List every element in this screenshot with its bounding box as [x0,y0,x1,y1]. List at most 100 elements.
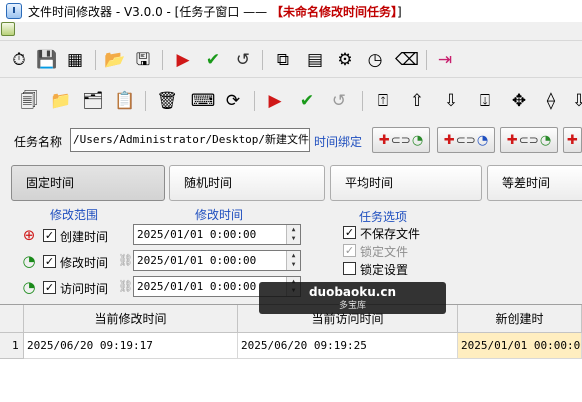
clock-settings-icon[interactable]: ⏱ [8,49,30,71]
row-index[interactable]: 1 [0,333,24,359]
task-name-input[interactable]: /Users/Administrator/Desktop/新建文件夹 [70,128,310,152]
tab-arithmetic-time[interactable]: 等差时间 [487,165,582,201]
move-bottom-icon[interactable]: ⍗ [474,90,496,112]
window-title-task: 【未命名修改时间任务】 [270,5,397,19]
open-folder-icon[interactable]: 📂 [104,49,126,71]
child-window-icon[interactable] [1,22,15,36]
time-mode-tabs: 固定时间 随机时间 平均时间 等差时间 [0,163,582,203]
lock-settings-checkbox[interactable] [343,262,356,275]
save-settings-icon[interactable]: 💾 [36,49,58,71]
lock-file-label: 锁定文件 [360,245,409,259]
table-corner [0,305,24,333]
app-clock-icon [6,3,22,19]
watermark: duobaoku.cn 多宝库 [259,282,446,314]
add-folder-icon[interactable]: 📁 [50,90,72,112]
main-toolbar: ⏱ 💾 ▦ 📂 🖫 ▶ ✔ ↺ ⧉ ▤ ⚙ ◷ ⌫ ⇥ [0,40,582,78]
toolbar-separator [262,50,263,70]
title-bar: 文件时间修改器 - V3.0.0 - [任务子窗口 —— 【未命名修改时间任务】… [0,0,582,22]
no-save-file-checkbox[interactable]: ✓ [343,226,356,239]
file-toolbar: 🗐 📁 🗂 📋 🗑 ⌨ ⟳ ▶ ✔ ↺ ⍐ ⇧ ⇩ ⍗ ✥ ⟠ ⇩ [0,82,582,120]
clipboard-icon[interactable]: 📋 [114,90,136,112]
move-down-icon[interactable]: ⇩ [440,90,462,112]
task-options-label: 任务选项 [359,210,408,224]
access-time-icon: ◔ [22,278,36,296]
add-files-icon[interactable]: 🗐 [18,90,40,112]
toolbar-separator [145,91,146,111]
spin-up-icon[interactable]: ▲ [287,251,300,260]
create-time-icon: ⊕ [22,226,36,244]
gear-icon[interactable]: ⚙ [334,49,356,71]
task-name-label: 任务名称 [14,135,63,149]
spin-down-icon[interactable]: ▼ [287,234,300,243]
lock-settings-label: 锁定设置 [360,263,409,277]
refresh-icon[interactable]: ⟳ [222,90,244,112]
file-list-icon[interactable]: ▤ [304,49,326,71]
check-icon[interactable]: ✔ [296,90,318,112]
toolbar-separator [95,50,96,70]
modify-time-checkbox[interactable]: ✓ [43,255,56,268]
window-title-end: ] [397,5,402,19]
column-header[interactable]: 当前修改时间 [24,305,238,333]
tab-random-time[interactable]: 随机时间 [169,165,325,201]
check-icon[interactable]: ✔ [202,49,224,71]
bind-create-access-button[interactable]: ✚ ⊂⊃ ◔ [437,127,495,153]
table-cell[interactable]: 2025/06/20 09:19:17 [24,333,238,359]
link-chain-icon[interactable]: ⛓ [118,253,133,267]
time-file-icon[interactable]: ◷ [364,49,386,71]
window-capture-icon[interactable]: ⧉ [272,49,294,71]
link-chain-icon: ⊂⊃ [518,133,539,147]
link-chain-icon: ⊂⊃ [455,133,476,147]
watermark-site-name: 多宝库 [338,301,366,311]
window-title: 文件时间修改器 - V3.0.0 - [任务子窗口 —— 【未命名修改时间任务】… [28,3,402,20]
clean-icon[interactable]: ⌫ [395,49,419,71]
column-header[interactable]: 新创建时 [458,305,582,333]
modify-time-input[interactable]: 2025/01/01 0:00:00 ▲ ▼ [133,250,301,271]
toolbar-separator [362,91,363,111]
color-grid-icon[interactable]: ▦ [64,49,86,71]
create-time-input[interactable]: 2025/01/01 0:00:00 ▲ ▼ [133,224,301,245]
tab-average-time[interactable]: 平均时间 [330,165,482,201]
table-cell[interactable]: 2025/06/20 09:19:25 [238,333,458,359]
access-time-checkbox[interactable]: ✓ [43,281,56,294]
create-time-checkbox[interactable]: ✓ [43,229,56,242]
link-chain-icon: ⊂⊃ [390,133,411,147]
time-bind-label: 时间绑定 [314,135,363,149]
move-top-icon[interactable]: ⍐ [372,90,394,112]
sort-icon[interactable]: ⇩ [568,90,582,112]
spin-down-icon[interactable]: ▼ [287,260,300,269]
exit-icon[interactable]: ⇥ [434,49,456,71]
collapse-all-icon[interactable]: ⟠ [540,90,562,112]
create-time-spinner[interactable]: ▲ ▼ [286,225,300,244]
table-cell[interactable]: 2025/01/01 00:00:00 [458,333,582,359]
access-time-value: 2025/01/01 0:00:00 [137,280,257,293]
move-up-icon[interactable]: ⇧ [406,90,428,112]
green-clock-icon: ◔ [539,132,552,148]
delete-icon[interactable]: 🗑 [156,90,178,112]
run-icon[interactable]: ▶ [264,90,286,112]
tab-fixed-time[interactable]: 固定时间 [11,165,165,201]
create-time-label: 创建时间 [60,230,109,244]
bind-create-modify-button[interactable]: ✚ ⊂⊃ ◔ [372,127,430,153]
expand-all-icon[interactable]: ✥ [508,90,530,112]
undo-icon[interactable]: ↺ [232,49,254,71]
watermark-domain: duobaoku.cn [308,285,397,299]
add-multiple-icon[interactable]: 🗂 [82,90,104,112]
modify-time-spinner[interactable]: ▲ ▼ [286,251,300,270]
modify-time-value: 2025/01/01 0:00:00 [137,254,257,267]
toolbar-separator [254,91,255,111]
bind-modify-access-button[interactable]: ✚ ⊂⊃ ◔ [500,127,558,153]
modify-time-label: 修改时间 [195,208,244,222]
run-icon[interactable]: ▶ [172,49,194,71]
sweep-icon[interactable]: ⌨ [191,90,216,112]
lock-file-checkbox: ✓ [343,244,356,257]
save-disk-icon[interactable]: 🖫 [132,49,154,71]
spin-up-icon[interactable]: ▲ [287,225,300,234]
red-clock-icon: ✚ [443,132,455,148]
access-time-label: 访问时间 [60,282,109,296]
bind-all-button[interactable]: ✚ [563,127,582,153]
link-chain-icon[interactable]: ⛓ [118,279,133,293]
modify-time-icon: ◔ [22,252,36,270]
undo-icon[interactable]: ↺ [328,90,350,112]
toolbar-separator [426,50,427,70]
green-clock-icon: ◔ [411,132,424,148]
